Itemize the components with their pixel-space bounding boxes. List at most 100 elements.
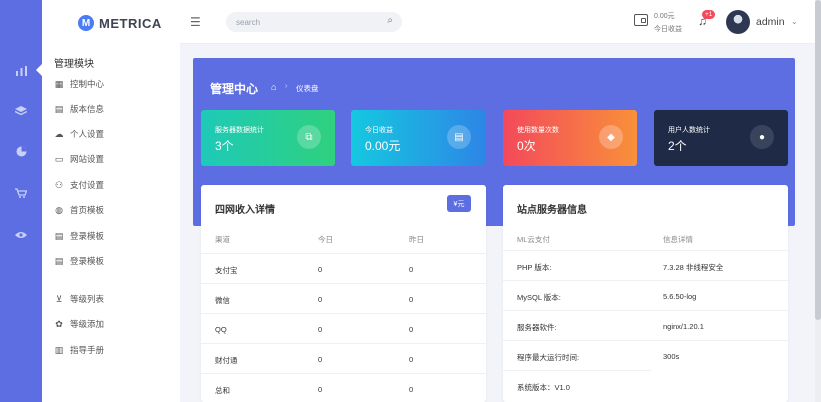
earnings-amount: 0.00元 xyxy=(654,13,675,20)
channel-cell: 支付宝 xyxy=(215,266,238,275)
doc-icon: ▤ xyxy=(54,255,64,266)
wallet-icon[interactable] xyxy=(634,14,648,26)
card-icon: ▭ xyxy=(54,153,64,164)
sidebar-item-label: 登录模板 xyxy=(70,231,105,241)
table-row: 服务器软件: nginx/1.20.1 xyxy=(503,310,788,340)
yesterday-cell: 0 xyxy=(409,355,414,364)
stat-label: 今日收益 xyxy=(365,127,393,134)
sidebar-item-label: 网站设置 xyxy=(70,154,105,164)
info-label: PHP 版本: xyxy=(517,263,552,272)
table-header: ML云支付 信息详情 xyxy=(503,223,788,253)
info-value: 300s xyxy=(663,352,680,361)
pie-icon[interactable] xyxy=(0,138,42,164)
brand-name: METRICA xyxy=(99,15,162,31)
today-cell: 0 xyxy=(318,355,323,364)
info-value: nginx/1.20.1 xyxy=(663,322,704,331)
sidebar-item-login-template-1[interactable]: ▤ 登录模板 xyxy=(54,229,104,243)
server-card: 站点服务器信息 ML云支付 信息详情 PHP 版本: 7.3.28 非线程安全 … xyxy=(503,185,788,402)
page-scrollbar[interactable] xyxy=(815,0,821,402)
sidebar-item-label: 登录模板 xyxy=(70,256,105,266)
avatar[interactable] xyxy=(726,10,750,34)
channel-cell: 微信 xyxy=(215,296,230,305)
sidebar-item-label: 个人设置 xyxy=(70,129,105,139)
user-icon: ● xyxy=(750,125,774,149)
column-header: 信息详情 xyxy=(663,235,693,244)
sidebar-item-personal-settings[interactable]: ☁ 个人设置 xyxy=(54,127,105,141)
cloud-icon: ☁ xyxy=(54,128,64,139)
income-card: 四网收入详情 ¥元 渠道 今日 昨日 支付宝 0 0 微信 0 0 QQ 0 0… xyxy=(201,185,486,402)
table-row: 程序最大运行时间: 300s xyxy=(503,340,788,370)
breadcrumb-separator: › xyxy=(285,83,288,90)
stat-card-servers[interactable]: 服务器数据统计 3个 ⧉ xyxy=(201,110,335,166)
sidebar-item-level-add[interactable]: ✿ 等级添加 xyxy=(54,317,104,331)
sidebar-item-label: 控制中心 xyxy=(70,79,105,89)
table-row: QQ 0 0 xyxy=(201,313,486,343)
top-header: ☰ ⌕ 0.00元 今日收益 ♫ +1 admin ⌄ xyxy=(180,0,821,44)
users-icon: ⚇ xyxy=(54,179,64,190)
column-header: 渠道 xyxy=(215,235,230,244)
earnings-label: 今日收益 xyxy=(654,26,682,33)
menu-toggle-icon[interactable]: ☰ xyxy=(190,15,201,29)
stat-value: 2个 xyxy=(668,139,687,153)
grid-icon: ▦ xyxy=(54,78,64,89)
today-cell: 0 xyxy=(318,295,323,304)
stat-value: 0次 xyxy=(517,139,536,153)
yesterday-cell: 0 xyxy=(409,325,414,334)
page-title: 管理中心 xyxy=(210,82,259,96)
scrollbar-thumb[interactable] xyxy=(815,0,821,320)
globe-icon: ◍ xyxy=(55,204,63,215)
stat-card-usage[interactable]: 使用数量次数 0次 ◆ xyxy=(503,110,637,166)
table-row: MySQL 版本: 5.6.50-log xyxy=(503,280,788,310)
stat-card-income[interactable]: 今日收益 0.00元 ▤ xyxy=(351,110,485,166)
stat-label: 服务器数据统计 xyxy=(215,127,264,134)
search-input[interactable] xyxy=(236,15,376,29)
today-cell: 0 xyxy=(318,325,323,334)
table-row: 微信 0 0 xyxy=(201,283,486,313)
income-title: 四网收入详情 xyxy=(215,205,275,216)
sidebar-item-guide[interactable]: ▥ 指导手册 xyxy=(54,343,104,357)
stat-card-users[interactable]: 用户人数统计 2个 ● xyxy=(654,110,788,166)
search-box: ⌕ xyxy=(226,12,402,32)
table-row: 支付宝 0 0 xyxy=(201,253,486,283)
search-icon[interactable]: ⌕ xyxy=(387,15,393,26)
sidebar-item-login-template-2[interactable]: ▤ 登录模板 xyxy=(54,254,104,268)
sidebar-item-label: 支付设置 xyxy=(70,180,105,190)
menu-section-title: 管理模块 xyxy=(54,59,94,70)
column-header: 今日 xyxy=(318,235,333,244)
yesterday-cell: 0 xyxy=(409,295,414,304)
brand-logo-icon: M xyxy=(78,15,94,31)
info-label: 系统版本：V1.0 xyxy=(517,383,570,392)
book-icon: ▥ xyxy=(54,344,64,355)
sidebar-item-payment-settings[interactable]: ⚇ 支付设置 xyxy=(54,178,104,192)
stat-value: 3个 xyxy=(215,139,234,153)
sidebar-item-level-list[interactable]: ⊻ 等级列表 xyxy=(54,292,104,306)
table-row: 财付通 0 0 xyxy=(201,343,486,373)
user-name[interactable]: admin xyxy=(756,16,785,28)
stat-label: 使用数量次数 xyxy=(517,127,559,134)
channel-cell: 财付通 xyxy=(215,356,238,365)
eye-icon[interactable] xyxy=(0,222,42,248)
sidebar-item-version-info[interactable]: ▤ 版本信息 xyxy=(54,102,104,116)
breadcrumb[interactable]: 仪表盘 xyxy=(296,83,319,94)
sidebar-item-home-template[interactable]: ◍ 首页模板 xyxy=(54,203,104,217)
info-label: 服务器软件: xyxy=(517,323,557,332)
sidebar-item-label: 指导手册 xyxy=(70,345,105,355)
home-icon[interactable]: ⌂ xyxy=(271,82,276,92)
layers-icon[interactable] xyxy=(0,98,42,124)
sidebar-item-control-center[interactable]: ▦ 控制中心 xyxy=(54,77,104,91)
currency-button[interactable]: ¥元 xyxy=(447,195,471,212)
column-header: ML云支付 xyxy=(517,235,550,244)
brand[interactable]: M METRICA xyxy=(78,13,162,33)
info-label: MySQL 版本: xyxy=(517,293,561,302)
sidebar-item-label: 等级添加 xyxy=(70,319,105,329)
doc-icon: ▤ xyxy=(54,103,64,114)
cart-icon[interactable] xyxy=(0,180,42,206)
sidebar-item-label: 首页模板 xyxy=(70,205,105,215)
table-row: 总和 0 0 xyxy=(201,373,486,402)
icon-rail xyxy=(0,0,42,402)
server-title: 站点服务器信息 xyxy=(517,205,587,216)
doc-icon: ▤ xyxy=(54,230,64,241)
today-cell: 0 xyxy=(318,265,323,274)
chevron-down-icon[interactable]: ⌄ xyxy=(791,17,798,26)
sidebar-item-site-settings[interactable]: ▭ 网站设置 xyxy=(54,152,104,166)
